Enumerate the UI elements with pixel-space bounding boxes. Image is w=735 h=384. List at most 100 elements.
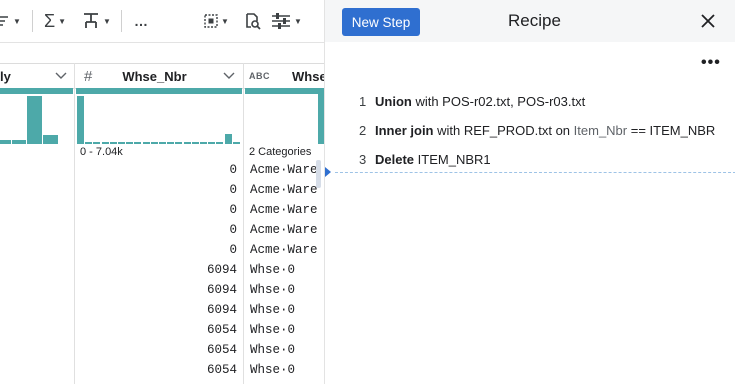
histogram-bar[interactable] xyxy=(43,135,58,144)
new-step-button[interactable]: New Step xyxy=(342,8,420,36)
sort-filter-dropdown[interactable]: ▼ xyxy=(0,9,21,33)
step-operator: == xyxy=(627,123,650,138)
adjust-settings-dropdown[interactable]: ▼ xyxy=(271,9,302,33)
cell-whse-nbr[interactable]: 0 xyxy=(87,200,237,220)
histogram-bar[interactable] xyxy=(134,142,141,144)
table-row[interactable]: 6054 Whse·0 xyxy=(0,340,324,360)
cell-whse-nbr[interactable]: 6054 xyxy=(87,360,237,380)
histogram-bar[interactable] xyxy=(167,142,174,144)
chevron-down-icon[interactable] xyxy=(54,68,68,82)
histogram-bar[interactable] xyxy=(118,142,125,144)
search-document-icon xyxy=(246,13,261,30)
cell-whse-nbr[interactable]: 0 xyxy=(87,240,237,260)
cell-whse-nbr[interactable]: 6054 xyxy=(87,340,237,360)
cell-whse[interactable]: Acme·Ware xyxy=(250,240,318,260)
column-header-whse[interactable]: ABC Whse xyxy=(245,64,324,88)
close-icon[interactable] xyxy=(699,12,717,30)
cell-whse-nbr[interactable]: 0 xyxy=(87,180,237,200)
histogram-bar[interactable] xyxy=(159,142,166,144)
histogram-bar[interactable] xyxy=(93,142,100,144)
integer-type-icon: # xyxy=(84,67,93,85)
cell-whse[interactable]: Acme·Ware xyxy=(250,220,318,240)
table-row[interactable]: 0 Acme·Ware xyxy=(0,240,324,260)
table-row[interactable]: 6054 Whse·0 xyxy=(0,320,324,340)
histogram-bar[interactable] xyxy=(12,140,26,144)
cell-whse-nbr[interactable]: 0 xyxy=(87,220,237,240)
toolbar-divider xyxy=(121,10,122,32)
select-box-icon xyxy=(204,14,218,28)
recipe-step[interactable]: 2 Inner join with REF_PROD.txt on Item_Nb… xyxy=(359,123,715,138)
cell-whse-nbr[interactable]: 6094 xyxy=(87,300,237,320)
histogram-bar[interactable] xyxy=(208,142,215,144)
column-name: ly xyxy=(0,68,11,84)
histogram-bar[interactable] xyxy=(126,142,133,144)
select-columns-dropdown[interactable]: ▼ xyxy=(204,9,229,33)
cell-whse[interactable]: Whse·0 xyxy=(250,260,295,280)
table-row[interactable]: 0 Acme·Ware xyxy=(0,220,324,240)
histogram-bar[interactable] xyxy=(110,142,117,144)
histogram-bar[interactable] xyxy=(216,142,223,144)
histogram-bar[interactable] xyxy=(233,142,240,144)
cell-whse[interactable]: Whse·0 xyxy=(250,320,295,340)
step-keyword: Union xyxy=(375,94,412,109)
cell-whse-nbr[interactable]: 6054 xyxy=(87,320,237,340)
histogram-bar[interactable] xyxy=(27,96,42,144)
cell-whse[interactable]: Acme·Ware xyxy=(250,200,318,220)
histogram-bar[interactable] xyxy=(102,142,109,144)
chevron-down-icon: ▼ xyxy=(58,16,67,26)
column-name: Whse_Nbr xyxy=(122,68,187,84)
histogram-bar[interactable] xyxy=(77,96,84,144)
table-row[interactable]: 6094 Whse·0 xyxy=(0,300,324,320)
recipe-panel: New Step Recipe ••• 1 Union with POS-r02.… xyxy=(324,0,735,384)
cell-whse[interactable]: Whse·0 xyxy=(250,300,295,320)
structure-dropdown[interactable]: ▼ xyxy=(82,9,111,33)
recipe-more-button[interactable]: ••• xyxy=(701,54,721,72)
recipe-step[interactable]: 3 Delete ITEM_NBR1 xyxy=(359,152,491,167)
chevron-down-icon[interactable] xyxy=(222,68,236,82)
step-number: 2 xyxy=(359,123,367,138)
histogram-bar[interactable] xyxy=(184,142,191,144)
column-header-row: ly # Whse_Nbr ABC Whse xyxy=(0,63,324,89)
histogram-bar[interactable] xyxy=(192,142,199,144)
recipe-header: New Step Recipe xyxy=(325,0,735,42)
histogram-bar[interactable] xyxy=(85,142,92,144)
histogram-bar[interactable] xyxy=(200,142,207,144)
chevron-down-icon: ▼ xyxy=(221,16,229,26)
table-row[interactable]: 6094 Whse·0 xyxy=(0,260,324,280)
data-grid: ▼ Σ ▼ ▼ … ▼ ▼ ly # Whse_Nbr ABC Whse 0 -… xyxy=(0,0,324,384)
sliders-icon xyxy=(272,13,290,29)
recipe-step[interactable]: 1 Union with POS-r02.txt, POS-r03.txt xyxy=(359,94,585,109)
table-row[interactable]: 0 Acme·Ware xyxy=(0,200,324,220)
histogram-bar[interactable] xyxy=(151,142,158,144)
search-column-button[interactable] xyxy=(244,9,262,33)
step-number: 1 xyxy=(359,94,367,109)
histogram-baseline xyxy=(76,88,242,94)
histogram-bar[interactable] xyxy=(0,140,11,144)
chevron-down-icon: ▼ xyxy=(13,16,21,26)
cell-whse-nbr[interactable]: 0 xyxy=(87,160,237,180)
string-type-icon: ABC xyxy=(249,71,270,81)
histogram-bar[interactable] xyxy=(175,142,182,144)
table-row[interactable]: 0 Acme·Ware xyxy=(0,180,324,200)
aggregate-dropdown[interactable]: Σ ▼ xyxy=(44,9,66,33)
cell-whse-nbr[interactable]: 6094 xyxy=(87,280,237,300)
more-tools-button[interactable]: … xyxy=(134,9,148,33)
column-header-partial[interactable]: ly xyxy=(0,64,73,88)
column-histograms xyxy=(0,88,324,144)
cell-whse[interactable]: Whse·0 xyxy=(250,340,295,360)
histogram-bar[interactable] xyxy=(225,134,232,144)
column-header-whse-nbr[interactable]: # Whse_Nbr xyxy=(76,64,242,88)
cell-whse[interactable]: Acme·Ware xyxy=(250,180,318,200)
cell-whse-nbr[interactable]: 6094 xyxy=(87,260,237,280)
cell-whse[interactable]: Whse·0 xyxy=(250,360,295,380)
column-name: Whse xyxy=(292,68,324,84)
histogram-baseline xyxy=(0,88,73,94)
table-row[interactable]: 0 Acme·Ware xyxy=(0,160,324,180)
panel-resize-handle[interactable] xyxy=(316,160,321,188)
table-row[interactable]: 6094 Whse·0 xyxy=(0,280,324,300)
cell-whse[interactable]: Whse·0 xyxy=(250,280,295,300)
histogram-bar[interactable] xyxy=(143,142,150,144)
cell-whse[interactable]: Acme·Ware xyxy=(250,160,318,180)
step-text: with POS-r02.txt, POS-r03.txt xyxy=(411,94,586,109)
table-row[interactable]: 6054 Whse·0 xyxy=(0,360,324,380)
